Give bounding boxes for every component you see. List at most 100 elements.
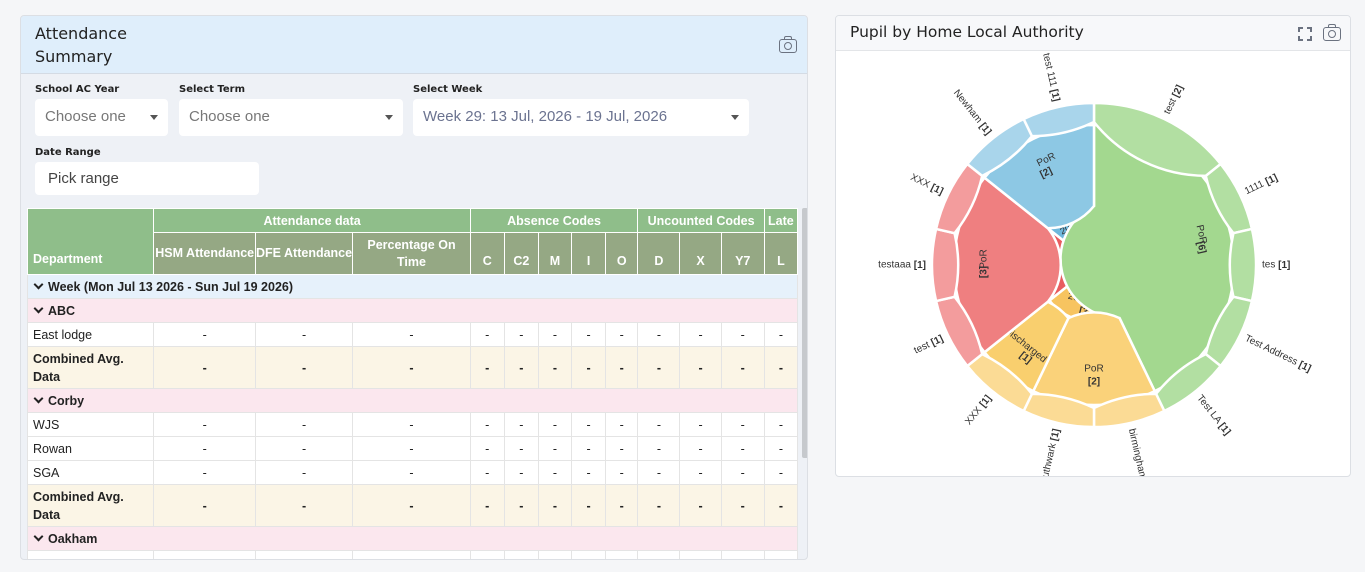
column-header[interactable]: X — [679, 232, 722, 275]
date-range-placeholder: Pick range — [48, 170, 119, 187]
value-cell: - — [679, 460, 722, 485]
column-header[interactable]: L — [763, 232, 798, 275]
chevron-down-icon[interactable] — [33, 279, 44, 289]
column-header[interactable]: Y7 — [720, 232, 765, 275]
group-row[interactable]: Oakham — [27, 526, 798, 551]
chevron-down-icon — [385, 115, 393, 120]
value-cell — [503, 550, 539, 559]
school-year-select[interactable]: Choose one — [35, 99, 168, 136]
term-label: Select Term — [179, 84, 246, 95]
value-cell: - — [679, 436, 722, 461]
column-header[interactable]: O — [605, 232, 639, 275]
group-row[interactable]: ABC — [27, 298, 798, 323]
sunburst-middle-label: PoR — [979, 249, 990, 268]
sunburst-middle-label: PoR — [1084, 364, 1103, 375]
combined-row: Combined Avg. Data - - - - - - - - - - - - — [27, 484, 798, 527]
value-cell: - — [537, 484, 573, 527]
expand-icon[interactable] — [1298, 27, 1312, 41]
value-cell: - — [571, 412, 607, 437]
pupil-title: Pupil by Home Local Authority — [850, 23, 1084, 41]
table-scrollbar[interactable] — [802, 208, 807, 458]
date-range-input[interactable]: Pick range — [35, 162, 259, 195]
value-cell: - — [720, 322, 765, 347]
column-header[interactable]: DFE Attendance — [254, 232, 354, 275]
value-cell: - — [254, 322, 354, 347]
column-header[interactable]: D — [637, 232, 681, 275]
sunburst-outer-slice[interactable] — [1228, 227, 1258, 303]
school-year-value: Choose one — [45, 108, 126, 125]
chevron-down-icon[interactable] — [33, 531, 44, 541]
column-header[interactable]: HSM Attendance — [153, 232, 256, 275]
school-year-label: School AC Year — [35, 84, 120, 95]
value-cell: - — [720, 412, 765, 437]
value-cell: - — [503, 436, 539, 461]
value-cell: - — [763, 412, 798, 437]
term-select[interactable]: Choose one — [179, 99, 403, 136]
value-cell: - — [679, 484, 722, 527]
column-header[interactable]: I — [571, 232, 607, 275]
value-cell: - — [153, 412, 256, 437]
sunburst-outer-label: Newham [1] — [951, 88, 994, 137]
value-cell — [720, 550, 765, 559]
value-cell: - — [537, 412, 573, 437]
attendance-table-container[interactable]: Department Attendance data Absence Codes… — [27, 208, 798, 559]
value-cell: - — [720, 484, 765, 527]
value-cell: - — [153, 322, 256, 347]
chevron-down-icon[interactable] — [33, 303, 44, 313]
value-cell: - — [153, 460, 256, 485]
row-label-cell: Oakham — [27, 526, 798, 551]
chevron-down-icon[interactable] — [33, 393, 44, 403]
value-cell: - — [503, 484, 539, 527]
value-cell: - — [679, 412, 722, 437]
sunburst-outer-label: XXX [1] — [963, 393, 993, 427]
value-cell: - — [503, 346, 539, 389]
value-cell: - — [153, 484, 256, 527]
value-cell: - — [469, 322, 505, 347]
department-cell: SGA — [27, 460, 155, 485]
sunburst-outer-label: outhwark [1] — [1039, 428, 1062, 477]
value-cell: - — [637, 322, 681, 347]
department-header[interactable]: Department — [27, 208, 155, 275]
column-header[interactable]: M — [537, 232, 573, 275]
column-header[interactable]: Percentage On Time — [352, 232, 471, 275]
value-cell: - — [153, 436, 256, 461]
value-cell: - — [469, 412, 505, 437]
value-cell — [637, 550, 681, 559]
attendance-table: Department Attendance data Absence Codes… — [27, 208, 798, 559]
value-cell: - — [605, 346, 639, 389]
value-cell: - — [469, 436, 505, 461]
sunburst-outer-slice[interactable] — [930, 227, 960, 303]
column-header[interactable]: C2 — [503, 232, 539, 275]
camera-icon[interactable] — [1323, 24, 1341, 41]
sunburst-outer-label: test [2] — [1162, 83, 1185, 116]
sunburst-outer-label: birmingham c [1] — [1126, 428, 1153, 477]
column-header[interactable]: C — [469, 232, 505, 275]
department-cell: Rowan — [27, 436, 155, 461]
combined-row: Combined Avg. Data - - - - - - - - - - - - — [27, 346, 798, 389]
group-row[interactable]: Corby — [27, 388, 798, 413]
sunburst-outer-label: tes [1] — [1262, 260, 1290, 271]
table-row — [27, 550, 798, 559]
value-cell: - — [571, 322, 607, 347]
table-row: SGA - - - - - - - - - - - - — [27, 460, 798, 485]
week-label: Select Week — [413, 84, 483, 95]
value-cell — [352, 550, 471, 559]
department-cell: Combined Avg. Data — [27, 484, 155, 527]
group-header-late: Late — [763, 208, 798, 233]
value-cell: - — [352, 484, 471, 527]
value-cell — [605, 550, 639, 559]
value-cell: - — [679, 346, 722, 389]
value-cell: - — [254, 412, 354, 437]
value-cell: - — [469, 484, 505, 527]
value-cell: - — [720, 436, 765, 461]
value-cell: - — [153, 346, 256, 389]
value-cell: - — [605, 412, 639, 437]
chevron-down-icon — [731, 115, 739, 120]
value-cell: - — [352, 346, 471, 389]
week-select[interactable]: Week 29: 13 Jul, 2026 - 19 Jul, 2026 — [413, 99, 749, 136]
value-cell: - — [254, 346, 354, 389]
value-cell: - — [720, 460, 765, 485]
sunburst-middle-value: [2] — [1088, 377, 1100, 388]
camera-icon[interactable] — [779, 36, 797, 53]
week-row[interactable]: Week (Mon Jul 13 2026 - Sun Jul 19 2026) — [27, 274, 798, 299]
